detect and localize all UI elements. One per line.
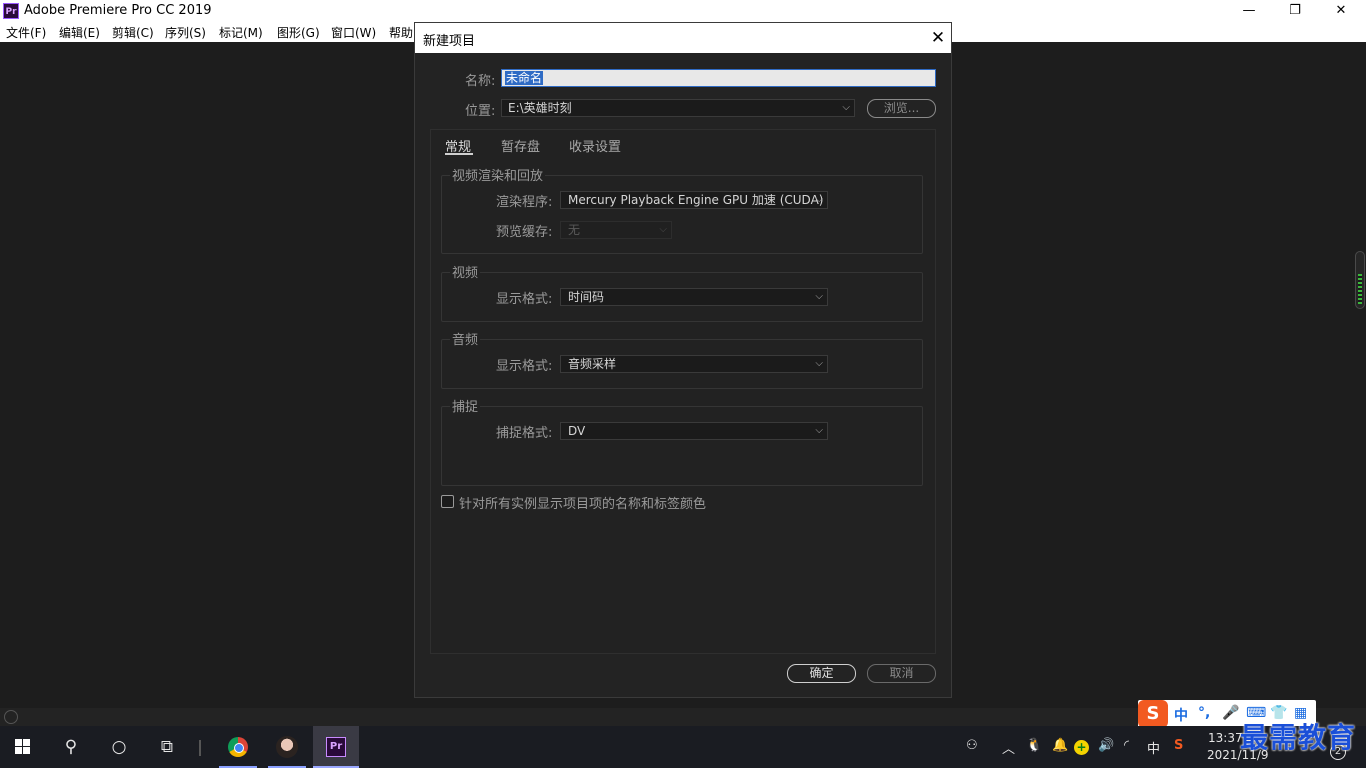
chevron-down-icon: ⌵ (815, 194, 823, 205)
ime-lang-button[interactable]: 中 (1174, 705, 1188, 725)
active-tab-indicator (445, 153, 473, 155)
group-title-audio: 音频 (450, 329, 481, 348)
group-title-capture: 捕捉 (450, 396, 481, 415)
location-select[interactable]: E:\英雄时刻 ⌵ (501, 99, 855, 117)
volume-icon[interactable]: 🔊 (1098, 738, 1114, 753)
location-value: E:\英雄时刻 (508, 101, 572, 115)
windows-logo-icon (15, 739, 31, 755)
menu-help[interactable]: 帮助 (389, 24, 413, 41)
ime-voice-button[interactable]: 🎤 (1222, 705, 1239, 721)
taskbar-premiere[interactable]: Pr (313, 726, 359, 768)
tab-ingest-settings[interactable]: 收录设置 (569, 136, 621, 155)
audio-display-format-select[interactable]: 音频采样 ⌵ (560, 355, 828, 373)
task-view-button[interactable]: ⧉ (144, 726, 190, 768)
tab-scratch-disks[interactable]: 暂存盘 (501, 136, 540, 155)
preview-cache-label: 预览缓存: (496, 225, 553, 240)
status-icon (4, 710, 18, 724)
app-titlebar: Pr Adobe Premiere Pro CC 2019 — ❐ ✕ (0, 0, 1366, 22)
security-plus-icon[interactable]: + (1074, 740, 1089, 755)
chevron-down-icon: ⌵ (842, 102, 850, 113)
photo-app-icon (276, 736, 298, 758)
task-view-icon: ⧉ (160, 737, 174, 757)
audio-meter-level (1358, 274, 1362, 304)
cortana-button[interactable]: ○ (96, 726, 142, 768)
menu-graphics[interactable]: 图形(G) (277, 24, 320, 41)
audio-display-format-value: 音频采样 (568, 357, 617, 371)
taskbar-photo-app[interactable] (264, 726, 310, 768)
audio-group: 音频 显示格式: 音频采样 ⌵ (441, 329, 923, 389)
bell-icon[interactable]: 🔔 (1052, 738, 1068, 753)
browse-button[interactable]: 浏览... (867, 99, 936, 118)
menu-window[interactable]: 窗口(W) (331, 24, 376, 41)
show-names-checkbox-label[interactable]: 针对所有实例显示项目项的名称和标签颜色 (459, 493, 706, 512)
renderer-select[interactable]: Mercury Playback Engine GPU 加速 (CUDA) ⌵ (560, 191, 828, 209)
premiere-icon: Pr (326, 737, 346, 757)
sogou-logo-icon[interactable]: S (1138, 700, 1168, 728)
taskbar-chrome[interactable] (215, 726, 261, 768)
project-name-input[interactable]: 未命名 (501, 69, 936, 87)
ime-punct-button[interactable]: °, (1198, 705, 1210, 721)
menu-clip[interactable]: 剪辑(C) (112, 24, 154, 41)
ok-button[interactable]: 确定 (787, 664, 856, 683)
video-display-format-value: 时间码 (568, 290, 605, 304)
show-names-checkbox[interactable] (441, 495, 454, 508)
people-icon[interactable]: ⚇ (966, 738, 978, 753)
group-title-video-render: 视频渲染和回放 (450, 165, 546, 184)
renderer-label: 渲染程序: (496, 195, 553, 210)
capture-group: 捕捉 捕捉格式: DV ⌵ (441, 396, 923, 486)
chevron-down-icon: ⌵ (659, 224, 667, 235)
menu-edit[interactable]: 编辑(E) (59, 24, 100, 41)
search-icon: ⚲ (64, 737, 78, 757)
group-title-video: 视频 (450, 262, 481, 281)
tabs-panel: 常规 暂存盘 收录设置 视频渲染和回放 渲染程序: Mercury Playba… (430, 129, 936, 654)
taskbar: ⚲ ○ ⧉ Pr ⚇ ︿ 🐧 🔔 + 🔊 ◜ 中 S 13:37 2021/11… (0, 726, 1366, 768)
new-project-dialog: 新建项目 ✕ 名称: 未命名 位置: E:\英雄时刻 ⌵ 浏览... 常规 暂存… (414, 22, 952, 698)
watermark-logo: 最需教育 (1240, 721, 1357, 754)
capture-format-value: DV (568, 424, 586, 438)
chevron-down-icon: ⌵ (815, 358, 823, 369)
video-group: 视频 显示格式: 时间码 ⌵ (441, 262, 923, 322)
menu-file[interactable]: 文件(F) (6, 24, 46, 41)
start-button[interactable] (0, 726, 46, 768)
chrome-icon (228, 737, 248, 757)
capture-format-select[interactable]: DV ⌵ (560, 422, 828, 440)
video-display-format-label: 显示格式: (496, 292, 553, 307)
video-render-group: 视频渲染和回放 渲染程序: Mercury Playback Engine GP… (441, 165, 923, 254)
capture-format-label: 捕捉格式: (496, 426, 553, 441)
preview-cache-select: 无 ⌵ (560, 221, 672, 239)
chevron-down-icon: ⌵ (815, 425, 823, 436)
close-window-button[interactable]: ✕ (1318, 0, 1364, 22)
app-title: Adobe Premiere Pro CC 2019 (24, 3, 212, 18)
minimize-button[interactable]: — (1226, 0, 1272, 22)
ime-language-indicator[interactable]: 中 (1147, 738, 1160, 757)
maximize-button[interactable]: ❐ (1272, 0, 1318, 22)
audio-display-format-label: 显示格式: (496, 359, 553, 374)
menu-sequence[interactable]: 序列(S) (165, 24, 206, 41)
renderer-value: Mercury Playback Engine GPU 加速 (CUDA) (568, 193, 824, 207)
menu-marker[interactable]: 标记(M) (219, 24, 263, 41)
location-label: 位置: (465, 104, 496, 119)
video-display-format-select[interactable]: 时间码 ⌵ (560, 288, 828, 306)
cortana-icon: ○ (111, 737, 127, 757)
search-button[interactable]: ⚲ (48, 726, 94, 768)
dialog-close-button[interactable]: ✕ (925, 25, 951, 51)
audio-meter (1355, 251, 1365, 309)
chevron-up-icon[interactable]: ︿ (1002, 738, 1015, 757)
clock-time[interactable]: 13:37 (1208, 731, 1243, 745)
cancel-button[interactable]: 取消 (867, 664, 936, 683)
wifi-icon[interactable]: ◜ (1124, 738, 1129, 753)
project-name-value: 未命名 (505, 71, 544, 85)
dialog-titlebar: 新建项目 ✕ (415, 23, 951, 53)
premiere-logo-icon: Pr (3, 3, 19, 19)
chevron-down-icon: ⌵ (815, 291, 823, 302)
name-label: 名称: (465, 74, 496, 89)
preview-cache-value: 无 (568, 223, 581, 237)
sogou-tray-icon[interactable]: S (1174, 738, 1183, 753)
qq-icon[interactable]: 🐧 (1026, 738, 1042, 753)
dialog-title: 新建项目 (423, 34, 476, 49)
taskbar-separator (199, 740, 201, 756)
